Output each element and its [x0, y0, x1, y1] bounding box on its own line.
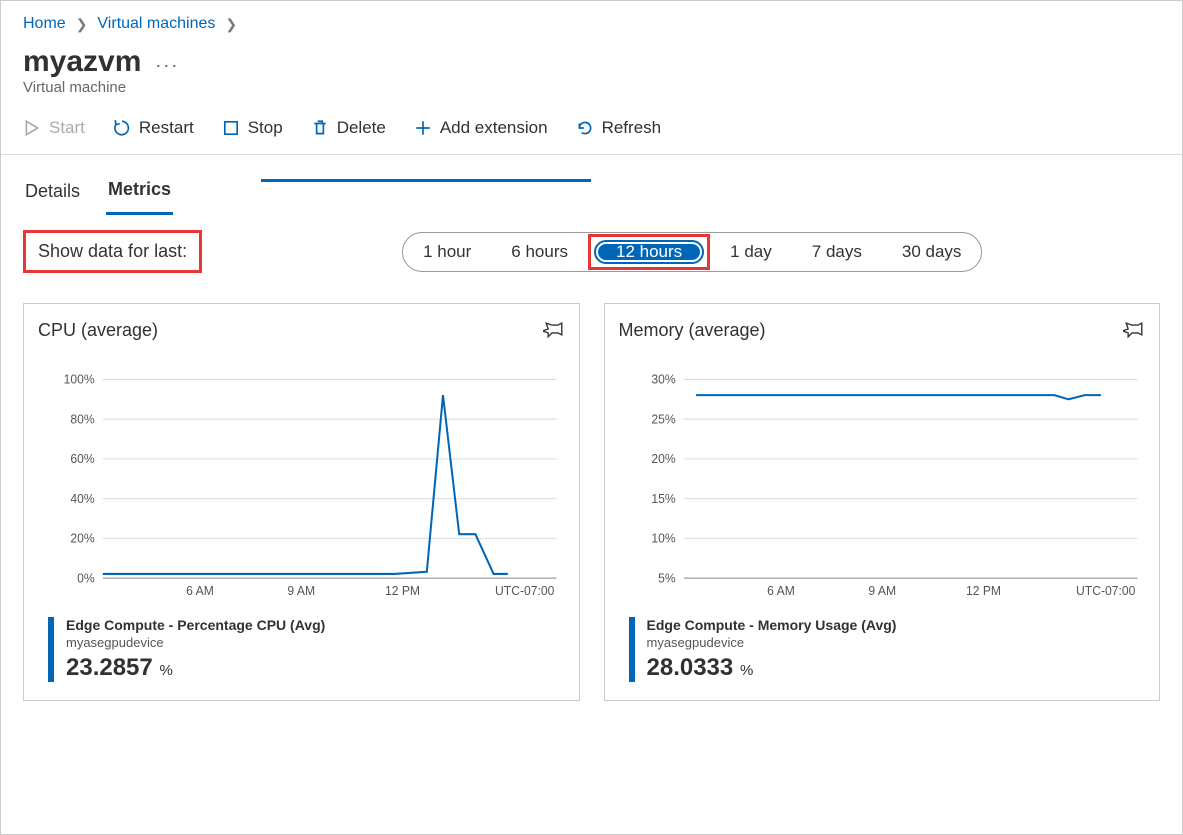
memory-chart: 30% 25% 20% 15% 10% 5% 6 AM 9 AM 12 PM U…	[619, 369, 1146, 599]
refresh-label: Refresh	[602, 118, 662, 138]
timerange-6h[interactable]: 6 hours	[491, 233, 588, 271]
ytick: 30%	[651, 372, 675, 386]
delete-label: Delete	[337, 118, 386, 138]
decorative-underline	[261, 179, 591, 182]
ytick: 80%	[70, 412, 94, 426]
memory-card: Memory (average) 30% 25% 20% 15% 10%	[604, 303, 1161, 701]
restart-label: Restart	[139, 118, 194, 138]
series-color-swatch	[48, 617, 54, 682]
cpu-summary: Edge Compute - Percentage CPU (Avg) myas…	[38, 617, 565, 682]
start-label: Start	[49, 118, 85, 138]
timerange-1d[interactable]: 1 day	[710, 233, 792, 271]
xtick: 12 PM	[385, 584, 420, 598]
start-button: Start	[23, 118, 85, 138]
stop-button[interactable]: Stop	[222, 118, 283, 138]
add-extension-label: Add extension	[440, 118, 548, 138]
timerange-30d[interactable]: 30 days	[882, 233, 982, 271]
restart-icon	[113, 119, 131, 137]
xtick: UTC-07:00	[1076, 584, 1135, 598]
cpu-metric-label: Edge Compute - Percentage CPU (Avg)	[66, 617, 325, 633]
memory-value: 28.0333 %	[647, 654, 897, 682]
tab-details[interactable]: Details	[23, 171, 82, 214]
xtick: 6 AM	[186, 584, 214, 598]
series-color-swatch	[629, 617, 635, 682]
cpu-value: 23.2857 %	[66, 654, 325, 682]
timerange-7d[interactable]: 7 days	[792, 233, 882, 271]
more-icon[interactable]: ···	[155, 55, 179, 76]
timerange-12h[interactable]: 12 hours	[594, 240, 704, 264]
cpu-card-title: CPU (average)	[38, 320, 565, 341]
trash-icon	[311, 119, 329, 137]
timerange-label: Show data for last:	[23, 230, 202, 273]
restart-button[interactable]: Restart	[113, 118, 194, 138]
stop-label: Stop	[248, 118, 283, 138]
ytick: 15%	[651, 492, 675, 506]
chevron-right-icon: ❯	[225, 16, 237, 33]
ytick: 100%	[64, 372, 95, 386]
add-extension-button[interactable]: Add extension	[414, 118, 548, 138]
cpu-device: myasegpudevice	[66, 635, 325, 650]
ytick: 60%	[70, 452, 94, 466]
memory-metric-label: Edge Compute - Memory Usage (Avg)	[647, 617, 897, 633]
xtick: 6 AM	[767, 584, 795, 598]
xtick: 9 AM	[287, 584, 315, 598]
ytick: 20%	[651, 452, 675, 466]
play-icon	[23, 119, 41, 137]
memory-card-title: Memory (average)	[619, 320, 1146, 341]
refresh-icon	[576, 119, 594, 137]
ytick: 0%	[77, 571, 95, 585]
xtick: 9 AM	[868, 584, 896, 598]
ytick: 40%	[70, 492, 94, 506]
plus-icon	[414, 119, 432, 137]
page-title: myazvm	[23, 45, 141, 79]
breadcrumb: Home ❯ Virtual machines ❯	[1, 1, 1182, 39]
delete-button[interactable]: Delete	[311, 118, 386, 138]
memory-device: myasegpudevice	[647, 635, 897, 650]
timerange-selector: 1 hour 6 hours 12 hours 1 day 7 days 30 …	[402, 232, 982, 272]
pin-icon[interactable]	[543, 318, 565, 345]
breadcrumb-vms[interactable]: Virtual machines	[97, 15, 215, 33]
command-bar: Start Restart Stop Delete Add extension …	[1, 110, 1182, 155]
timerange-1h[interactable]: 1 hour	[403, 233, 491, 271]
resource-type-label: Virtual machine	[1, 79, 1182, 110]
breadcrumb-home[interactable]: Home	[23, 15, 66, 33]
ytick: 5%	[658, 571, 676, 585]
tab-metrics[interactable]: Metrics	[106, 169, 173, 215]
ytick: 10%	[651, 531, 675, 545]
xtick: UTC-07:00	[495, 584, 554, 598]
refresh-button[interactable]: Refresh	[576, 118, 662, 138]
xtick: 12 PM	[965, 584, 1000, 598]
stop-icon	[222, 119, 240, 137]
highlight-box: 12 hours	[588, 234, 710, 270]
cpu-chart: 100% 80% 60% 40% 20% 0% 6 AM 9 AM 12 PM …	[38, 369, 565, 599]
ytick: 20%	[70, 531, 94, 545]
chevron-right-icon: ❯	[76, 16, 88, 33]
cpu-card: CPU (average) 100% 80% 60% 40% 20%	[23, 303, 580, 701]
memory-summary: Edge Compute - Memory Usage (Avg) myaseg…	[619, 617, 1146, 682]
pin-icon[interactable]	[1123, 318, 1145, 345]
ytick: 25%	[651, 412, 675, 426]
